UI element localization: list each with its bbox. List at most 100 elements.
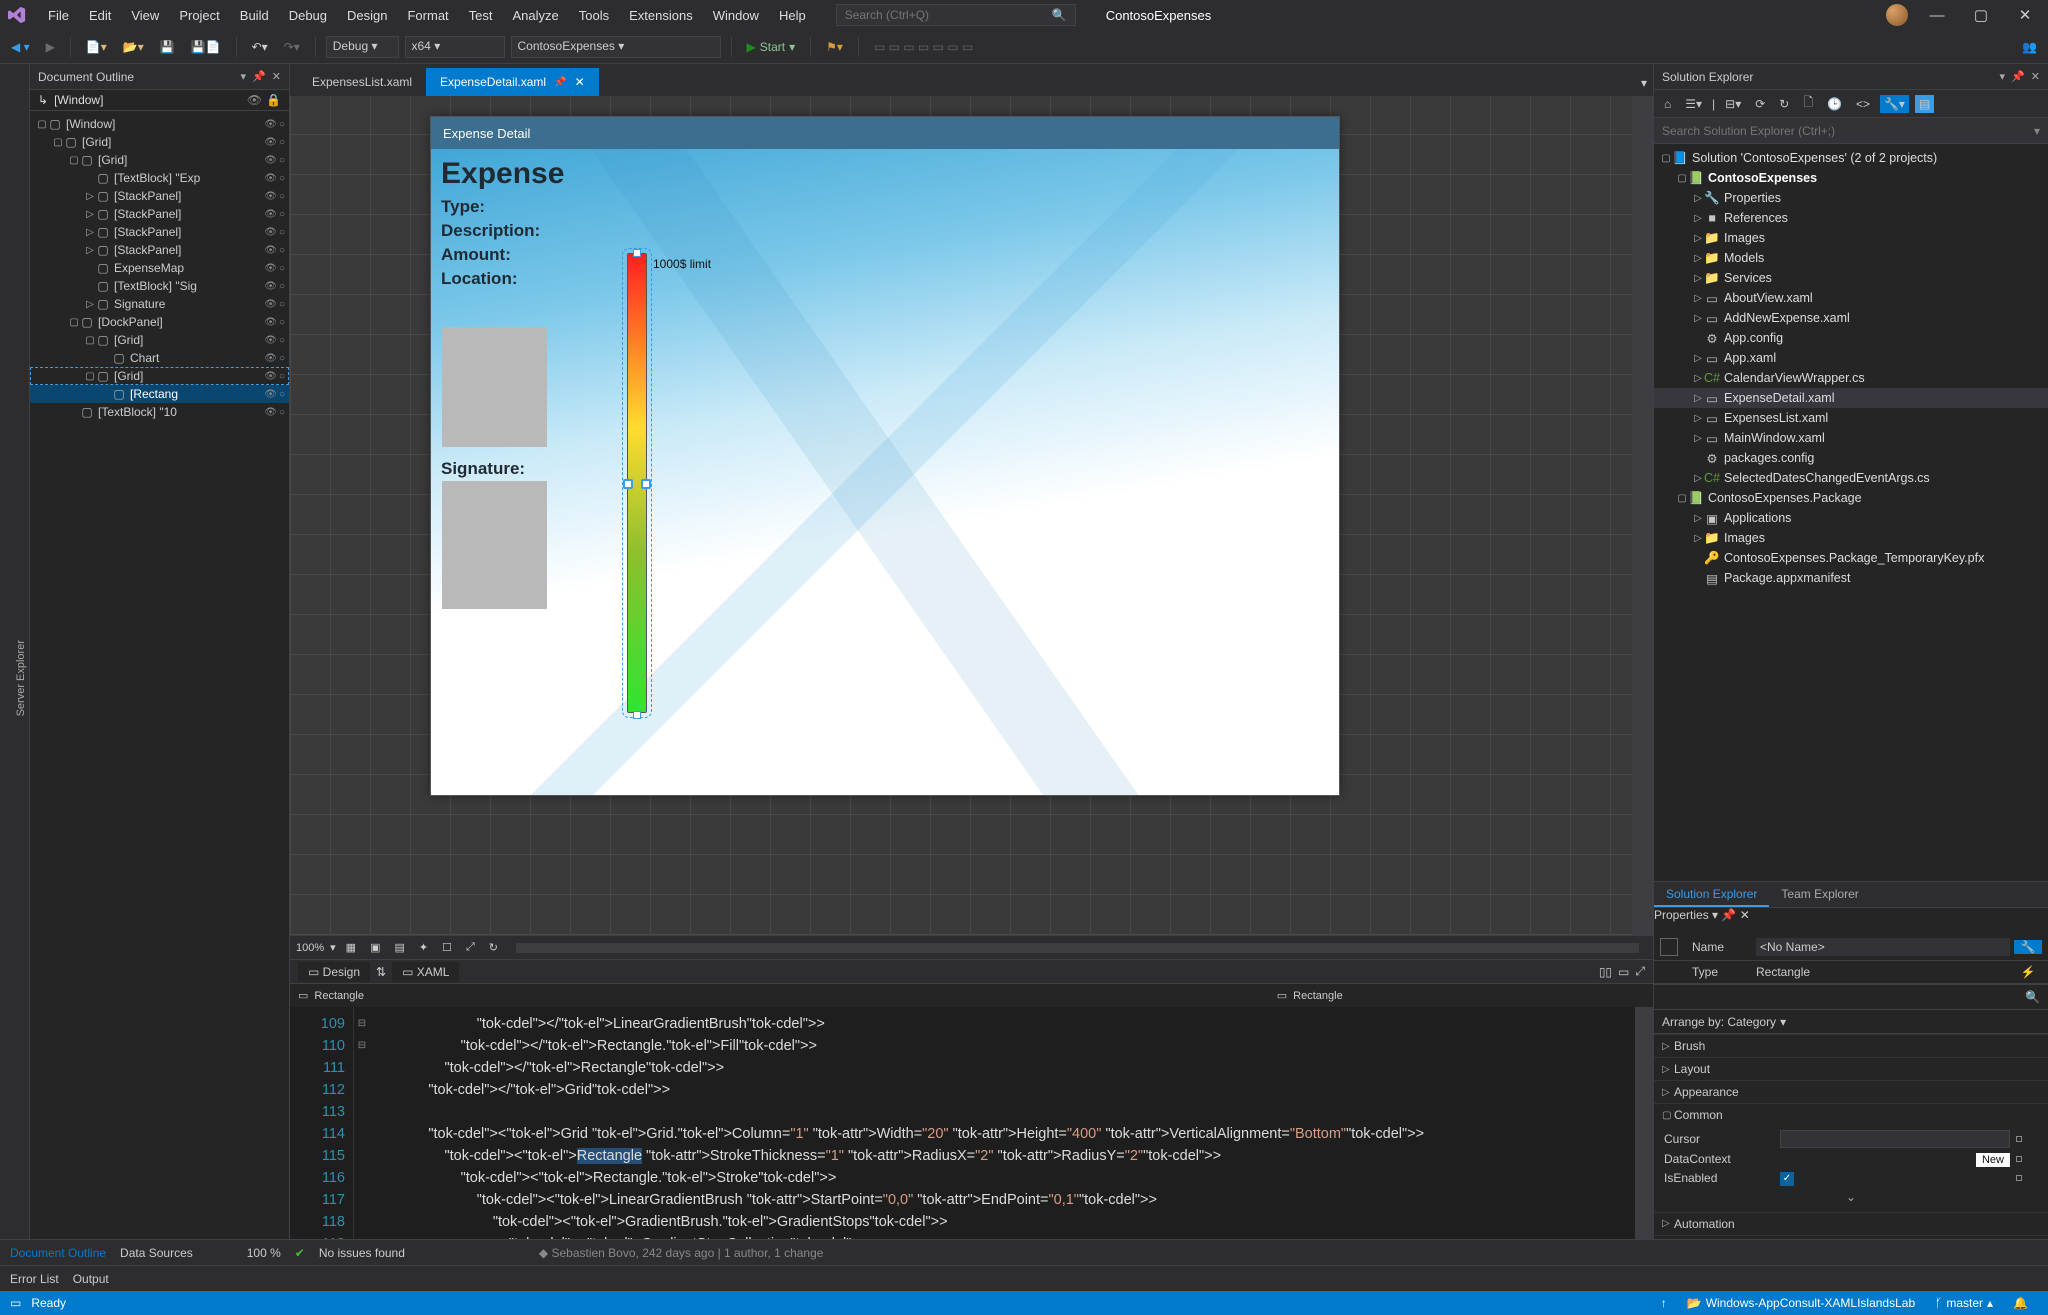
solution-item[interactable]: ▷C#SelectedDatesChangedEventArgs.cs (1654, 468, 2048, 488)
show-all-icon[interactable]: 🗋 (1799, 91, 1817, 116)
outline-node[interactable]: ▢▢[Window]👁○ (30, 115, 289, 133)
solution-item[interactable]: ▷📁Images (1654, 228, 2048, 248)
solution-item[interactable]: ▤Package.appxmanifest (1654, 568, 2048, 588)
outline-node[interactable]: ▷▢Signature👁○ (30, 295, 289, 313)
menu-format[interactable]: Format (397, 4, 458, 27)
close-icon[interactable]: ✕ (1740, 908, 1750, 922)
solution-search[interactable]: ▾ (1654, 118, 2048, 144)
refresh-icon[interactable]: ↻ (1775, 95, 1793, 113)
prop-datacontext[interactable]: DataContext New (1654, 1150, 2048, 1168)
close-icon[interactable]: ✕ (2031, 70, 2040, 83)
start-button[interactable]: ▶Start ▾ (742, 37, 801, 57)
solution-item[interactable]: ⚙packages.config (1654, 448, 2048, 468)
outline-node[interactable]: ▢▢[Grid]👁○ (30, 151, 289, 169)
designer-window-frame[interactable]: Expense Detail Expense Type: Description… (430, 116, 1340, 796)
solution-item[interactable]: ▷▭MainWindow.xaml (1654, 428, 2048, 448)
outline-node[interactable]: ▷▢[StackPanel]👁○ (30, 223, 289, 241)
menu-file[interactable]: File (38, 4, 79, 27)
snap-icon[interactable]: ▣ (366, 939, 384, 956)
selection-midpoint[interactable] (641, 479, 651, 489)
solution-tree[interactable]: ▢📘Solution 'ContosoExpenses' (2 of 2 pro… (1654, 144, 2048, 881)
undo-button[interactable]: ↶▾ (247, 37, 273, 57)
solution-item[interactable]: ▷C#CalendarViewWrapper.cs (1654, 368, 2048, 388)
outline-node[interactable]: ▢[TextBlock] "10👁○ (30, 403, 289, 421)
config-selector[interactable]: Debug ▾ (326, 36, 399, 58)
xaml-designer[interactable]: Expense Detail Expense Type: Description… (290, 96, 1653, 935)
data-sources-footertab[interactable]: Data Sources (120, 1246, 193, 1260)
tab-expenseslist[interactable]: ExpensesList.xaml (298, 68, 426, 96)
arrange-by[interactable]: Arrange by: Category▾ (1654, 1010, 2048, 1034)
solution-item[interactable]: ▷🔧Properties (1654, 188, 2048, 208)
pin-icon[interactable]: 📌 (554, 77, 566, 88)
solution-item[interactable]: ▷■References (1654, 208, 2048, 228)
home-icon[interactable]: ⌂ (1660, 95, 1675, 113)
selection-handle[interactable] (633, 249, 641, 257)
save-button[interactable]: 💾 (155, 37, 180, 57)
grid-icon[interactable]: ▦ (342, 939, 360, 956)
prop-cursor[interactable]: Cursor (1654, 1128, 2048, 1150)
startup-selector[interactable]: ContosoExpenses ▾ (511, 36, 721, 58)
open-button[interactable]: 📂▾ (118, 37, 149, 57)
menu-tools[interactable]: Tools (569, 4, 619, 27)
design-tab[interactable]: ▭ Design (298, 962, 370, 982)
xaml-path-right[interactable]: Rectangle (1293, 990, 1343, 1002)
ruler-icon[interactable]: ☐ (438, 939, 456, 956)
chevron-down-icon[interactable]: ▾ (2034, 124, 2040, 138)
cat-brush[interactable]: ▷Brush (1654, 1034, 2048, 1057)
cat-layout[interactable]: ▷Layout (1654, 1057, 2048, 1080)
xaml-path-left[interactable]: Rectangle (314, 990, 364, 1002)
forward-button[interactable]: ▶ (41, 37, 60, 57)
designer-scrollbar-h[interactable] (516, 943, 1639, 953)
menu-analyze[interactable]: Analyze (503, 4, 569, 27)
maximize-button[interactable]: ▢ (1966, 6, 1996, 24)
events-icon[interactable]: ⚡ (2014, 965, 2042, 979)
outline-node[interactable]: ▷▢[StackPanel]👁○ (30, 187, 289, 205)
solution-item[interactable]: 🔑ContosoExpenses.Package_TemporaryKey.pf… (1654, 548, 2048, 568)
collapse-pane-icon[interactable]: ⤢ (1635, 964, 1645, 979)
panel-dropdown-icon[interactable]: ▾ (2000, 70, 2006, 83)
quick-search-input[interactable] (845, 8, 1052, 22)
properties-icon[interactable]: 🔧▾ (1880, 95, 1909, 113)
pin-icon[interactable]: 📌 (1721, 908, 1736, 922)
pin-icon[interactable]: 📌 (252, 70, 266, 83)
cat-common[interactable]: ▢Common (1654, 1103, 2048, 1126)
solution-root[interactable]: ▢📘Solution 'ContosoExpenses' (2 of 2 pro… (1654, 148, 2048, 168)
menu-debug[interactable]: Debug (279, 4, 337, 27)
fit-icon[interactable]: ⤢ (462, 939, 479, 956)
pin-icon[interactable]: 📌 (2011, 70, 2025, 83)
menu-extensions[interactable]: Extensions (619, 4, 703, 27)
menu-design[interactable]: Design (337, 4, 397, 27)
tab-expensedetail[interactable]: ExpenseDetail.xaml 📌 ✕ (426, 68, 599, 96)
name-field[interactable]: <No Name> (1756, 938, 2010, 956)
new-project-button[interactable]: 📄▾ (81, 37, 112, 57)
menu-help[interactable]: Help (769, 4, 816, 27)
menu-view[interactable]: View (121, 4, 169, 27)
panel-dropdown-icon[interactable]: ▾ (241, 70, 247, 83)
solution-item[interactable]: ▷▭ExpensesList.xaml (1654, 408, 2048, 428)
menu-project[interactable]: Project (169, 4, 229, 27)
history-icon[interactable]: 🕒 (1823, 95, 1846, 113)
refresh-icon[interactable]: ↻ (485, 939, 502, 956)
events-toggle-icon[interactable]: 🔧 (2014, 940, 2042, 954)
publish-button[interactable]: ↑ (1651, 1296, 1677, 1310)
outline-node[interactable]: ▢▢[Grid]👁○ (30, 331, 289, 349)
split-horizontal-icon[interactable]: ▭ (1618, 965, 1629, 979)
step-group[interactable]: ▭ ▭ ▭ ▭ ▭ ▭ ▭ (869, 37, 978, 57)
outline-node[interactable]: ▷▢[StackPanel]👁○ (30, 241, 289, 259)
outline-node[interactable]: ▷▢[StackPanel]👁○ (30, 205, 289, 223)
menu-build[interactable]: Build (230, 4, 279, 27)
class-view-icon[interactable]: ☰▾ (1681, 95, 1706, 113)
effects-icon[interactable]: ✦ (415, 939, 432, 956)
guides-icon[interactable]: ▤ (390, 939, 408, 956)
cat-automation[interactable]: ▷Automation (1654, 1212, 2048, 1235)
solution-explorer-tab[interactable]: Solution Explorer (1654, 882, 1769, 907)
solution-item[interactable]: ▢📗ContosoExpenses.Package (1654, 488, 2048, 508)
code-icon[interactable]: <> (1852, 95, 1874, 113)
solution-item[interactable]: ▷▭App.xaml (1654, 348, 2048, 368)
menu-edit[interactable]: Edit (79, 4, 121, 27)
selection-handle[interactable] (633, 711, 641, 719)
close-icon[interactable]: ✕ (272, 70, 281, 83)
prop-isenabled[interactable]: IsEnabled ✓ (1654, 1168, 2048, 1188)
zoom-value[interactable]: 100% (296, 942, 324, 954)
branch[interactable]: ᚶ master ▴ (1925, 1296, 2003, 1310)
